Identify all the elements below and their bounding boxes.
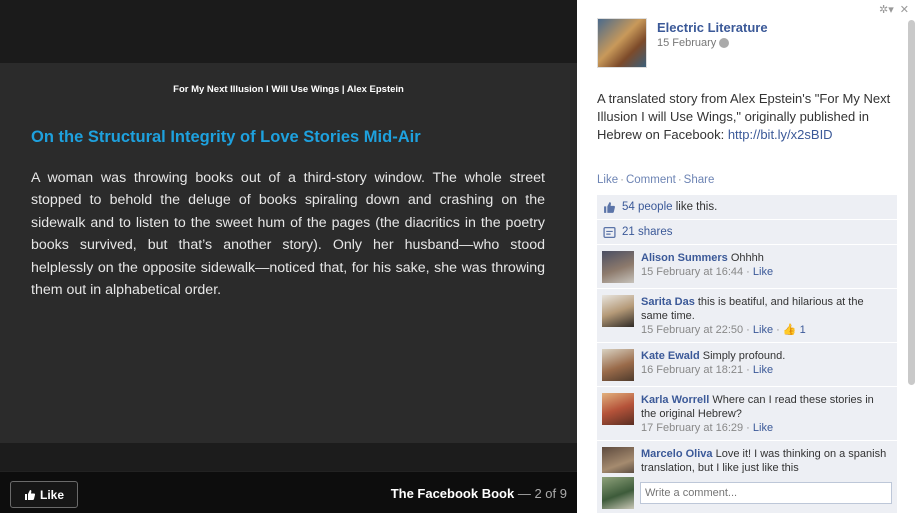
photo-stage: For My Next Illusion I Will Use Wings | … xyxy=(0,0,577,513)
share-icon xyxy=(603,226,616,238)
commenter-name[interactable]: Marcelo Oliva xyxy=(641,448,713,460)
comment-like-count[interactable]: 👍 1 xyxy=(783,324,806,336)
comment-time[interactable]: 16 February at 18:21 xyxy=(641,364,743,376)
action-comment[interactable]: Comment xyxy=(626,174,676,186)
current-user-avatar xyxy=(602,477,634,509)
photo-header-text: For My Next Illusion I Will Use Wings | … xyxy=(173,84,404,95)
commenter-name[interactable]: Kate Ewald xyxy=(641,350,700,362)
thumbs-up-icon: 👍 xyxy=(782,324,797,336)
comment-like-link[interactable]: Like xyxy=(753,324,773,336)
comment-time[interactable]: 15 February at 16:44 xyxy=(641,266,743,278)
commenter-name[interactable]: Alison Summers xyxy=(641,252,728,264)
comment-input[interactable] xyxy=(640,482,892,504)
comment-meta: 17 February at 16:29 · Like xyxy=(641,422,774,434)
comment-meta: 16 February at 18:21 · Like xyxy=(641,364,774,376)
comment-body: Kate Ewald Simply profound. 16 February … xyxy=(641,349,785,381)
comment-body: Karla Worrell Where can I read these sto… xyxy=(641,393,892,435)
page-name[interactable]: Electric Literature xyxy=(657,20,768,35)
dot-separator: · xyxy=(677,174,682,186)
likes-count-link[interactable]: 54 people xyxy=(622,201,673,213)
globe-icon xyxy=(719,38,730,48)
commenter-avatar[interactable] xyxy=(602,295,634,327)
comment-meta: 15 February at 16:44 · Like xyxy=(641,266,774,278)
story-title: On the Structural Integrity of Love Stor… xyxy=(31,128,421,146)
action-like[interactable]: Like xyxy=(597,174,618,186)
comment: Alison Summers Ohhhh 15 February at 16:4… xyxy=(597,245,897,289)
commenter-name[interactable]: Sarita Das xyxy=(641,296,695,308)
comment-text: Simply profound. xyxy=(702,350,786,362)
post-date: 15 February xyxy=(657,37,730,49)
sidebar-scrollbar[interactable] xyxy=(908,20,915,385)
close-icon[interactable]: ✕ xyxy=(900,3,909,16)
comment-time[interactable]: 15 February at 22:50 xyxy=(641,324,743,336)
comment-like-count-value: 1 xyxy=(799,324,806,336)
sidebar-top-icons: ✲▾ ✕ xyxy=(879,3,909,16)
shares-count-link[interactable]: 21 shares xyxy=(622,226,673,238)
commenter-avatar[interactable] xyxy=(602,393,634,425)
feedback-box: 54 people like this. 21 shares Alison Su… xyxy=(597,195,897,485)
comment: Sarita Das this is beatiful, and hilario… xyxy=(597,289,897,343)
page-avatar[interactable] xyxy=(597,18,647,68)
dot-separator: · xyxy=(620,174,624,186)
photo-sidebar: ✲▾ ✕ Electric Literature 15 February A t… xyxy=(577,0,917,513)
commenter-avatar[interactable] xyxy=(602,349,634,381)
comment-body: Alison Summers Ohhhh 15 February at 16:4… xyxy=(641,251,773,283)
post-actions: Like · Comment · Share xyxy=(597,174,714,186)
like-button[interactable]: Like xyxy=(10,481,78,508)
comment-meta: 15 February at 22:50 · Like · 👍 1 xyxy=(641,324,806,336)
likes-summary-text: 54 people like this. xyxy=(622,201,717,213)
comment-body: Sarita Das this is beatiful, and hilario… xyxy=(641,295,892,337)
likes-summary-suffix: like this. xyxy=(672,201,718,213)
likes-summary: 54 people like this. xyxy=(597,195,897,220)
shares-summary: 21 shares xyxy=(597,220,897,245)
thumbs-up-icon xyxy=(604,201,615,213)
photo-image[interactable]: For My Next Illusion I Will Use Wings | … xyxy=(0,63,577,443)
post-link[interactable]: http://bit.ly/x2sBID xyxy=(728,127,833,142)
stage-top-bar xyxy=(0,0,577,63)
photo-position: 2 of 9 xyxy=(534,486,567,501)
photo-bottom-bar: Like The Facebook Book — 2 of 9 xyxy=(0,471,577,513)
comment-text: Ohhhh xyxy=(730,252,764,264)
gear-icon[interactable]: ✲▾ xyxy=(879,3,894,16)
comment-like-link[interactable]: Like xyxy=(753,266,773,278)
commenter-name[interactable]: Karla Worrell xyxy=(641,394,709,406)
like-button-label: Like xyxy=(39,487,64,502)
album-info: The Facebook Book — 2 of 9 xyxy=(391,486,567,501)
comment-like-link[interactable]: Like xyxy=(753,364,773,376)
comment: Kate Ewald Simply profound. 16 February … xyxy=(597,343,897,387)
stage-spacer xyxy=(0,443,577,471)
story-body: A woman was throwing books out of a thir… xyxy=(31,170,545,299)
comment-like-link[interactable]: Like xyxy=(753,422,773,434)
comment-time[interactable]: 17 February at 16:29 xyxy=(641,422,743,434)
album-separator: — xyxy=(517,486,531,501)
comment-composer xyxy=(597,473,897,513)
action-share[interactable]: Share xyxy=(684,174,715,186)
post-date-text[interactable]: 15 February xyxy=(657,37,716,49)
thumbs-up-icon xyxy=(24,489,36,500)
comment: Karla Worrell Where can I read these sto… xyxy=(597,387,897,441)
commenter-avatar[interactable] xyxy=(602,251,634,283)
album-title[interactable]: The Facebook Book xyxy=(391,486,515,501)
post-text: A translated story from Alex Epstein's "… xyxy=(597,90,897,144)
